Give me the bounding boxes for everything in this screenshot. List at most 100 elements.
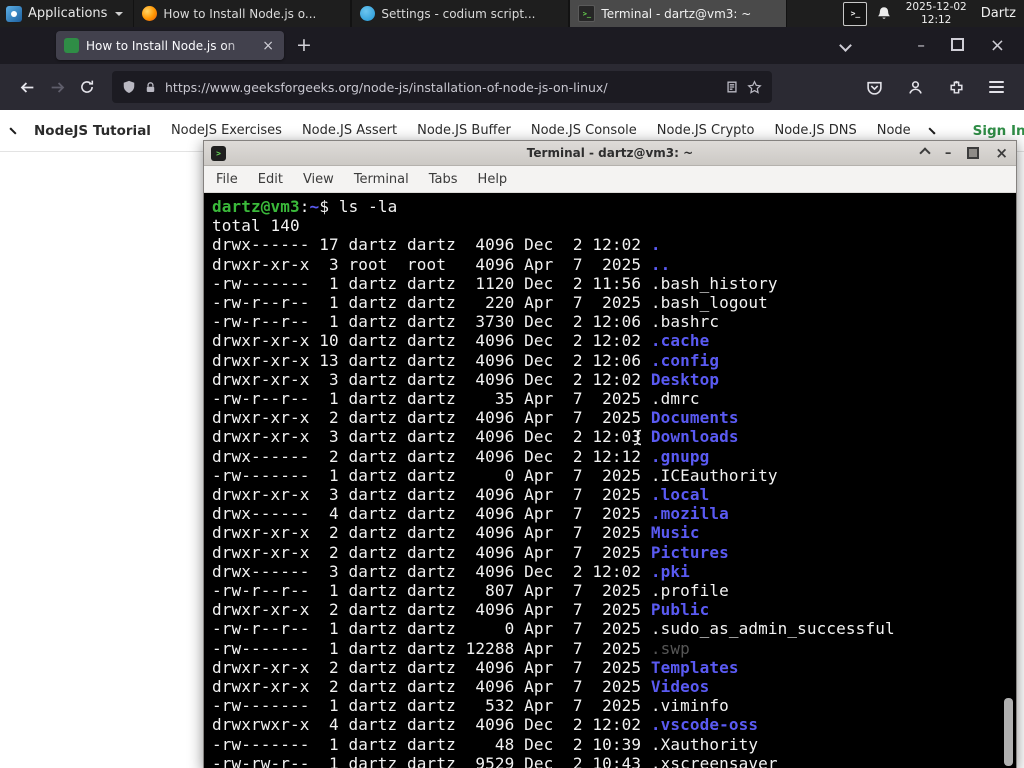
terminal-menubar: File Edit View Terminal Tabs Help (204, 166, 1016, 193)
terminal-line: -rw-r--r-- 1 dartz dartz 0 Apr 7 2025 .s… (212, 619, 895, 639)
terminal-output[interactable]: dartz@vm3:~$ ls -la total 140 drwx------ 1… (204, 193, 1016, 768)
window-button-list: How to Install Node.js o... Settings - c… (133, 0, 788, 27)
window-maximize-button[interactable] (938, 37, 977, 54)
terminal-title: Terminal - dartz@vm3: ~ (526, 146, 694, 160)
applications-label: Applications (28, 6, 108, 21)
nav-link-exercises[interactable]: NodeJS Exercises (171, 123, 282, 138)
reload-icon (81, 80, 94, 93)
tab-title: How to Install Node.js on (86, 38, 236, 53)
clock-time: 12:12 (921, 13, 952, 26)
tab-close-icon[interactable]: × (260, 38, 276, 54)
toolbar-right-icons (866, 79, 1012, 96)
terminal-line: drwxr-xr-x 2 dartz dartz 4096 Apr 7 2025… (212, 408, 739, 428)
nav-link-dns[interactable]: Node.JS DNS (774, 123, 856, 138)
account-icon[interactable] (907, 79, 924, 96)
nav-chevron-right-icon[interactable] (928, 126, 936, 135)
terminal-line: total 140 (212, 216, 300, 236)
terminal-line: drwxr-xr-x 2 dartz dartz 4096 Apr 7 2025… (212, 523, 700, 543)
menu-item-view[interactable]: View (293, 172, 344, 187)
sign-in-button[interactable]: Sign In (973, 123, 1024, 139)
terminal-line: drwxr-xr-x 10 dartz dartz 4096 Dec 2 12:… (212, 331, 710, 351)
terminal-window: Terminal - dartz@vm3: ~ – × File Edit Vi… (203, 140, 1017, 768)
terminal-line: drwx------ 17 dartz dartz 4096 Dec 2 12:… (212, 235, 661, 255)
gfg-favicon-icon (64, 38, 79, 53)
nav-chevron-left-icon[interactable] (9, 126, 17, 135)
terminal-titlebar[interactable]: Terminal - dartz@vm3: ~ – × (204, 141, 1016, 166)
nav-link-buffer[interactable]: Node.JS Buffer (417, 123, 511, 138)
tabbar-controls: – × (839, 36, 1024, 55)
notification-bell-icon[interactable] (876, 6, 892, 22)
terminal-line: drwxrwxr-x 4 dartz dartz 4096 Dec 2 12:0… (212, 715, 759, 735)
terminal-line: drwxr-xr-x 3 dartz dartz 4096 Apr 7 2025… (212, 485, 710, 505)
menu-item-edit[interactable]: Edit (248, 172, 293, 187)
new-tab-button[interactable]: + (296, 36, 312, 55)
terminal-line: -rw------- 1 dartz dartz 1120 Dec 2 11:5… (212, 273, 778, 293)
terminal-maximize-button[interactable] (967, 147, 980, 159)
terminal-line: -rw------- 1 dartz dartz 48 Dec 2 10:39 … (212, 734, 759, 754)
window-button-firefox[interactable]: How to Install Node.js o... (133, 0, 352, 27)
tab-bar: How to Install Node.js on × + – × (0, 27, 1024, 64)
lock-icon[interactable] (144, 81, 157, 94)
clock-date: 2025-12-02 (905, 0, 967, 13)
terminal-line: drwxr-xr-x 3 root root 4096 Apr 7 2025 .… (212, 254, 671, 274)
terminal-line: drwxr-xr-x 2 dartz dartz 4096 Apr 7 2025… (212, 657, 739, 677)
window-button-terminal[interactable]: Terminal - dartz@vm3: ~ (569, 0, 788, 27)
terminal-close-button[interactable]: × (995, 145, 1008, 161)
menu-item-tabs[interactable]: Tabs (419, 172, 468, 187)
tabs-list-chevron-icon[interactable] (839, 39, 853, 52)
menu-item-file[interactable]: File (206, 172, 248, 187)
terminal-line: dartz@vm3:~$ ls -la (212, 197, 398, 216)
window-button-label: Settings - codium script... (381, 6, 536, 21)
terminal-line: drwx------ 2 dartz dartz 4096 Dec 2 12:1… (212, 446, 710, 466)
window-close-button[interactable]: × (977, 36, 1018, 55)
bookmark-star-icon[interactable] (747, 79, 762, 95)
terminal-line: -rw------- 1 dartz dartz 12288 Apr 7 202… (212, 638, 690, 658)
terminal-line: -rw------- 1 dartz dartz 0 Apr 7 2025 .I… (212, 465, 778, 485)
window-button-codium[interactable]: Settings - codium script... (351, 0, 570, 27)
terminal-line: -rw------- 1 dartz dartz 532 Apr 7 2025 … (212, 696, 729, 716)
reader-mode-icon[interactable] (725, 80, 739, 94)
menu-hamburger-icon[interactable] (989, 81, 1004, 93)
terminal-line: -rw-r--r-- 1 dartz dartz 35 Apr 7 2025 .… (212, 389, 700, 409)
extensions-icon[interactable] (948, 79, 965, 96)
user-label[interactable]: Dartz (981, 6, 1016, 21)
maximize-icon (950, 37, 964, 51)
nav-link-crypto[interactable]: Node.JS Crypto (657, 123, 755, 138)
terminal-app-icon (211, 145, 226, 161)
applications-button[interactable]: Applications (0, 0, 133, 27)
window-button-label: Terminal - dartz@vm3: ~ (601, 6, 752, 21)
forward-icon (51, 81, 64, 93)
window-minimize-button[interactable]: – (904, 38, 938, 53)
nav-toolbar: https://www.geeksforgeeks.org/node-js/in… (0, 64, 1024, 110)
firefox-icon (142, 6, 158, 21)
window-button-label: How to Install Node.js o... (163, 6, 317, 21)
terminal-line: drwxr-xr-x 2 dartz dartz 4096 Apr 7 2025… (212, 677, 710, 697)
tray-terminal-icon[interactable] (843, 1, 868, 26)
terminal-shade-button[interactable] (919, 147, 931, 159)
terminal-scrollbar-thumb[interactable] (1004, 698, 1013, 766)
shield-icon[interactable] (122, 80, 136, 94)
terminal-line: drwxr-xr-x 3 dartz dartz 4096 Dec 2 12:0… (212, 369, 720, 389)
nav-link-console[interactable]: Node.JS Console (531, 123, 637, 138)
url-bar[interactable]: https://www.geeksforgeeks.org/node-js/in… (112, 71, 772, 103)
browser-tab[interactable]: How to Install Node.js on × (56, 31, 284, 60)
nav-link-assert[interactable]: Node.JS Assert (302, 123, 397, 138)
terminal-line: -rw-r--r-- 1 dartz dartz 807 Apr 7 2025 … (212, 581, 729, 601)
terminal-line: drwxr-xr-x 3 dartz dartz 4096 Dec 2 12:0… (212, 427, 739, 447)
menu-item-terminal[interactable]: Terminal (344, 172, 419, 187)
terminal-line: drwxr-xr-x 2 dartz dartz 4096 Apr 7 2025… (212, 600, 710, 620)
nav-primary-link[interactable]: NodeJS Tutorial (34, 123, 151, 139)
reload-button[interactable] (72, 79, 102, 95)
forward-button[interactable] (42, 79, 72, 96)
back-icon (20, 81, 33, 93)
back-button[interactable] (12, 79, 42, 96)
terminal-icon (578, 5, 596, 22)
applications-icon (6, 5, 22, 22)
terminal-line: -rw-rw-r-- 1 dartz dartz 9529 Dec 2 10:4… (212, 753, 778, 768)
codium-icon (360, 6, 376, 21)
pocket-icon[interactable] (866, 79, 883, 96)
menu-item-help[interactable]: Help (468, 172, 518, 187)
nav-link-truncated[interactable]: Node (877, 123, 911, 138)
terminal-minimize-button[interactable]: – (945, 147, 952, 160)
clock[interactable]: 2025-12-02 12:12 (906, 1, 967, 26)
